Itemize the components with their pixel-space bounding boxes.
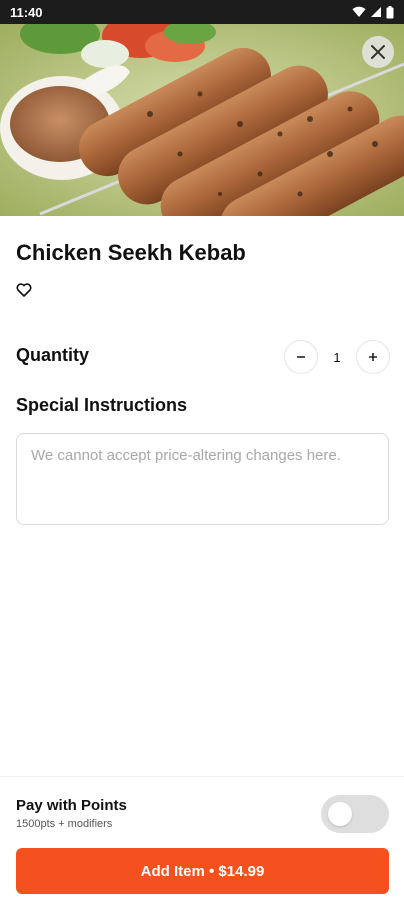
pay-with-points-toggle[interactable] bbox=[321, 795, 389, 833]
quantity-stepper: 1 bbox=[284, 340, 390, 374]
special-instructions-input[interactable] bbox=[31, 446, 374, 512]
special-instructions-label: Special Instructions bbox=[16, 395, 188, 415]
pay-with-points-label: Pay with Points bbox=[16, 797, 127, 814]
quantity-label: Quantity bbox=[16, 345, 90, 365]
status-icons bbox=[352, 5, 394, 19]
minus-icon bbox=[297, 356, 305, 358]
heart-icon[interactable] bbox=[16, 283, 32, 297]
food-image bbox=[0, 24, 404, 216]
battery-icon bbox=[386, 5, 394, 18]
close-icon bbox=[371, 45, 385, 59]
increment-button[interactable] bbox=[356, 340, 390, 374]
special-instructions-field-container bbox=[16, 433, 389, 525]
toggle-knob bbox=[328, 802, 352, 826]
points-subtitle: 1500pts + modifiers bbox=[16, 818, 113, 830]
cell-signal-icon bbox=[371, 7, 381, 17]
add-item-button[interactable]: Add Item • $14.99 bbox=[16, 848, 389, 894]
plus-icon bbox=[369, 353, 377, 361]
status-bar: 11:40 bbox=[0, 0, 404, 24]
item-title: Chicken Seekh Kebab bbox=[16, 240, 246, 265]
status-time: 11:40 bbox=[10, 4, 43, 20]
decrement-button[interactable] bbox=[284, 340, 318, 374]
quantity-value: 1 bbox=[333, 349, 341, 365]
wifi-icon bbox=[352, 6, 366, 18]
footer-divider bbox=[0, 776, 404, 777]
close-button[interactable] bbox=[362, 36, 394, 68]
